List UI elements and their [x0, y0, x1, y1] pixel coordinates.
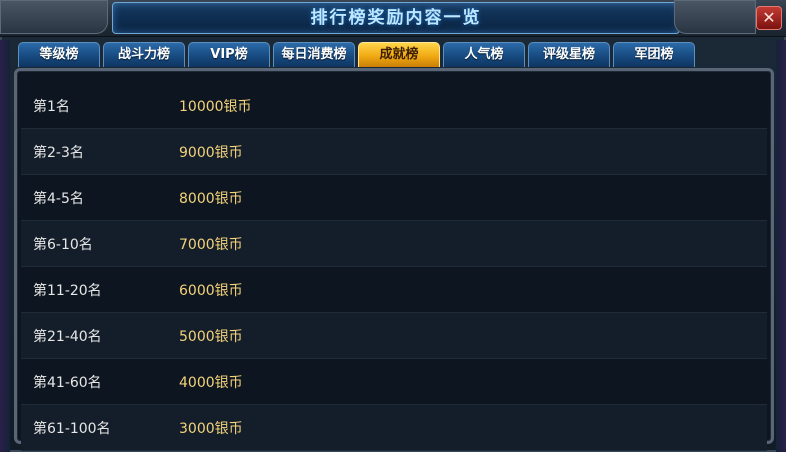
title-plate: 排行榜奖励内容一览 [112, 2, 680, 34]
tab-popularity[interactable]: 人气榜 [443, 42, 525, 67]
reward-row: 第4-5名 8000银币 [21, 175, 767, 221]
side-decoration-right [776, 40, 786, 452]
reward-value: 5000银币 [179, 328, 243, 345]
tab-vip[interactable]: VIP榜 [188, 42, 270, 67]
reward-row: 第11-20名 6000银币 [21, 267, 767, 313]
reward-value: 8000银币 [179, 190, 243, 207]
reward-panel: 第1名 10000银币 第2-3名 9000银币 第4-5名 8000银币 第6… [14, 68, 774, 451]
reward-value: 9000银币 [179, 144, 243, 161]
close-icon: ✕ [762, 8, 776, 27]
rank-label: 第6-10名 [33, 236, 93, 253]
rank-label: 第11-20名 [33, 282, 102, 299]
reward-row: 第1名 10000银币 [21, 83, 767, 129]
reward-value: 10000银币 [179, 98, 252, 115]
tab-legion[interactable]: 军团榜 [613, 42, 695, 67]
window-title: 排行榜奖励内容一览 [310, 8, 482, 28]
tab-combat-power[interactable]: 战斗力榜 [103, 42, 185, 67]
tab-level[interactable]: 等级榜 [18, 42, 100, 67]
ranking-tabs: 等级榜 战斗力榜 VIP榜 每日消费榜 成就榜 人气榜 评级星榜 军团榜 [18, 42, 698, 68]
tab-rating-stars[interactable]: 评级星榜 [528, 42, 610, 67]
rank-label: 第4-5名 [33, 190, 84, 207]
reward-table: 第1名 10000银币 第2-3名 9000银币 第4-5名 8000银币 第6… [21, 83, 767, 451]
reward-row: 第21-40名 5000银币 [21, 313, 767, 359]
rank-label: 第21-40名 [33, 328, 102, 345]
reward-row: 第41-60名 4000银币 [21, 359, 767, 405]
reward-row: 第2-3名 9000银币 [21, 129, 767, 175]
rank-label: 第1名 [33, 98, 70, 115]
reward-value: 6000银币 [179, 282, 243, 299]
rank-label: 第61-100名 [33, 420, 111, 437]
tab-daily-spending[interactable]: 每日消费榜 [273, 42, 355, 67]
rank-label: 第41-60名 [33, 374, 102, 391]
reward-row: 第6-10名 7000银币 [21, 221, 767, 267]
title-corner-left [0, 0, 108, 34]
reward-value: 4000银币 [179, 374, 243, 391]
title-corner-right [674, 0, 756, 34]
rank-label: 第2-3名 [33, 144, 84, 161]
reward-value: 3000银币 [179, 420, 243, 437]
tab-achievement[interactable]: 成就榜 [358, 42, 440, 67]
reward-value: 7000银币 [179, 236, 243, 253]
title-bar: 排行榜奖励内容一览 ✕ [0, 0, 786, 37]
reward-row: 第61-100名 3000银币 [21, 405, 767, 451]
close-button[interactable]: ✕ [756, 6, 782, 30]
side-decoration-left [0, 40, 10, 452]
